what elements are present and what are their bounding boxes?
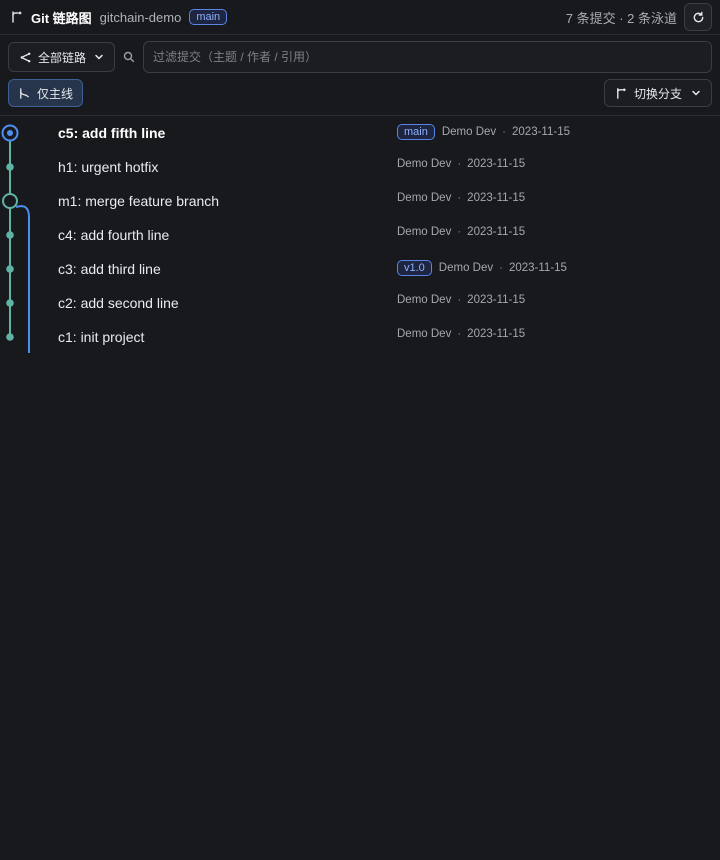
commit-author: Demo Dev bbox=[397, 158, 452, 170]
commit-subject: c4: add fourth line bbox=[58, 227, 170, 243]
ref-badge: v1.0 bbox=[397, 260, 432, 276]
commit-meta: Demo Dev · 2023-11-15 bbox=[397, 192, 525, 204]
ref-badge: main bbox=[397, 124, 435, 140]
lanes-filter-label: 全部链路 bbox=[38, 50, 87, 65]
commit-author: Demo Dev bbox=[438, 262, 494, 274]
refresh-button[interactable] bbox=[684, 3, 712, 31]
commit-subject: m1: merge feature branch bbox=[58, 193, 220, 209]
search-icon bbox=[123, 51, 135, 63]
commit-row[interactable]: m1: merge feature branch Demo Dev · 2023-11… bbox=[0, 184, 720, 218]
commit-date: 2023-11-15 bbox=[508, 262, 567, 274]
lanes-filter-dropdown[interactable]: 全部链路 bbox=[8, 42, 116, 72]
meta-separator: · bbox=[457, 158, 462, 170]
commit-author: Demo Dev bbox=[397, 192, 452, 204]
commit-meta: Demo Dev · 2023-11-15 bbox=[397, 226, 525, 238]
commit-author: Demo Dev bbox=[397, 294, 452, 306]
commit-row[interactable]: c4: add fourth line Demo Dev · 2023-11-15 bbox=[0, 218, 720, 252]
git-branch-icon bbox=[615, 87, 628, 100]
meta-separator: · bbox=[457, 294, 462, 306]
graph-stats: 7 条提交 · 2 条泳道 bbox=[565, 10, 677, 26]
git-branch-icon bbox=[10, 10, 24, 24]
mainline-only-label: 仅主线 bbox=[37, 86, 74, 101]
header-bar: Git 链路图 gitchain-demo main 7 条提交 · 2 条泳道 bbox=[0, 0, 720, 35]
commit-meta: v1.0 Demo Dev · 2023-11-15 bbox=[397, 260, 567, 276]
meta-separator: · bbox=[499, 262, 503, 274]
commit-date: 2023-11-15 bbox=[512, 126, 570, 138]
chevron-down-icon bbox=[94, 52, 104, 62]
mainline-only-toggle[interactable]: 仅主线 bbox=[8, 79, 84, 107]
commit-date: 2023-11-15 bbox=[467, 328, 526, 340]
filter-toolbar: 全部链路 bbox=[8, 41, 712, 73]
commit-author: Demo Dev bbox=[397, 226, 452, 238]
git-merge-icon bbox=[18, 87, 31, 100]
commit-meta: Demo Dev · 2023-11-15 bbox=[397, 328, 525, 340]
commit-subject: c1: init project bbox=[58, 329, 145, 345]
commit-date: 2023-11-15 bbox=[467, 192, 526, 204]
commit-date: 2023-11-15 bbox=[467, 294, 526, 306]
commit-meta: Demo Dev · 2023-11-15 bbox=[397, 158, 525, 170]
commit-meta: Demo Dev · 2023-11-15 bbox=[397, 294, 525, 306]
commit-author: Demo Dev bbox=[397, 328, 452, 340]
refresh-icon bbox=[692, 11, 705, 24]
current-branch-badge: main bbox=[189, 9, 228, 25]
commit-subject: h1: urgent hotfix bbox=[58, 159, 159, 175]
meta-separator: · bbox=[457, 192, 462, 204]
commit-row[interactable]: c5: add fifth line main Demo Dev · 2023-11-1… bbox=[0, 116, 720, 150]
meta-separator: · bbox=[457, 328, 462, 340]
commit-row[interactable]: c1: init project Demo Dev · 2023-11-15 bbox=[0, 320, 720, 354]
commit-row[interactable]: h1: urgent hotfix Demo Dev · 2023-11-15 bbox=[0, 150, 720, 184]
meta-separator: · bbox=[502, 126, 507, 138]
commit-date: 2023-11-15 bbox=[467, 158, 526, 170]
commit-subject: c2: add second line bbox=[58, 295, 179, 311]
commit-meta: main Demo Dev · 2023-11-15 bbox=[397, 124, 570, 140]
commit-row[interactable]: c2: add second line Demo Dev · 2023-11-15 bbox=[0, 286, 720, 320]
commit-row[interactable]: c3: add third line v1.0 Demo Dev · 2023-11-1… bbox=[0, 252, 720, 286]
commit-subject: c5: add fifth line bbox=[58, 125, 166, 141]
commit-subject: c3: add third line bbox=[58, 261, 161, 277]
view-toolbar: 仅主线 切换分支 bbox=[8, 79, 712, 107]
commit-filter-input[interactable] bbox=[143, 41, 712, 73]
chevron-down-icon bbox=[691, 88, 701, 98]
git-graph-icon bbox=[19, 51, 32, 64]
commit-author: Demo Dev bbox=[441, 126, 497, 138]
app-title: Git 链路图 bbox=[31, 10, 92, 26]
switch-branch-dropdown[interactable]: 切换分支 bbox=[603, 79, 712, 107]
repo-name: gitchain-demo bbox=[99, 9, 182, 25]
switch-branch-label: 切换分支 bbox=[633, 86, 682, 101]
meta-separator: · bbox=[457, 226, 462, 238]
commit-date: 2023-11-15 bbox=[467, 226, 526, 238]
